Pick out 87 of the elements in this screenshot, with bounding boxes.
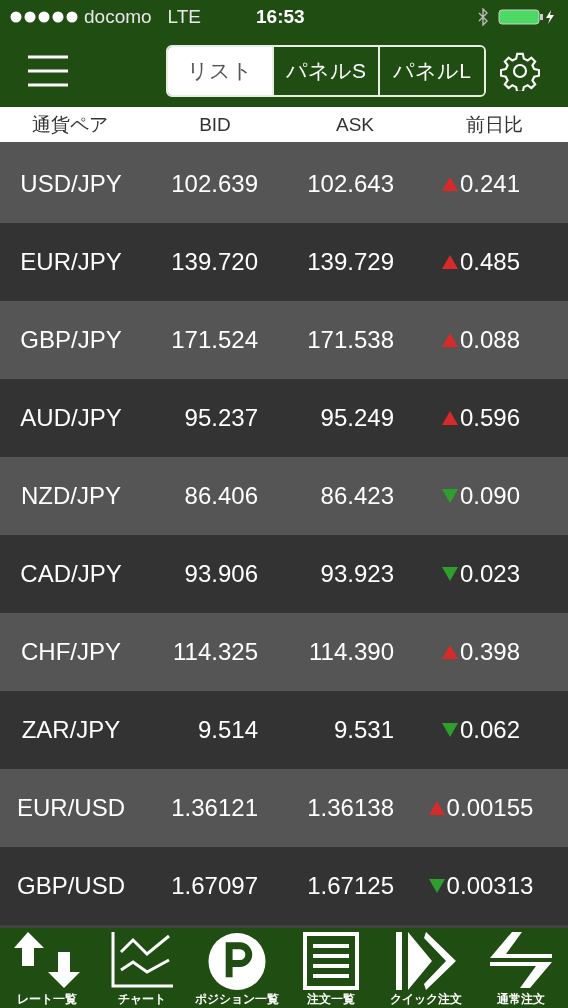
- rate-row[interactable]: NZD/JPY 86.406 86.423 0.090: [0, 457, 568, 535]
- down-triangle-icon: [428, 879, 445, 893]
- ask-price: 139.729: [306, 248, 394, 276]
- view-tab[interactable]: パネルL: [378, 46, 484, 95]
- change-value: 0.00313: [446, 872, 534, 900]
- down-triangle-icon: [441, 567, 458, 581]
- column-header: 通貨ペア: [31, 112, 109, 137]
- currency-pair: GBP/JPY: [19, 326, 123, 354]
- tab-label: チャート: [118, 991, 166, 1008]
- column-header: BID: [198, 113, 232, 136]
- tab-label: レート一覧: [17, 991, 78, 1008]
- currency-pair: CHF/JPY: [20, 638, 122, 666]
- up-triangle-icon: [441, 255, 458, 269]
- down-triangle-icon: [441, 723, 458, 737]
- tab-label: ポジション一覧: [194, 991, 279, 1008]
- currency-pair: CAD/JPY: [19, 560, 123, 588]
- change-value: 0.090: [459, 482, 521, 510]
- column-header: ASK: [335, 113, 375, 136]
- tab-bar-item[interactable]: チャート: [94, 928, 190, 1008]
- ask-price: 102.643: [306, 170, 394, 198]
- up-triangle-icon: [428, 801, 445, 815]
- settings-icon[interactable]: [500, 50, 540, 91]
- ask-price: 93.923: [319, 560, 394, 588]
- tab-bar-item[interactable]: ポジション一覧: [189, 928, 284, 1008]
- change-value: 0.596: [459, 404, 521, 432]
- ask-price: 95.249: [319, 404, 394, 432]
- change-value: 0.062: [459, 716, 521, 744]
- tab-bar-item[interactable]: 通常注文: [473, 928, 568, 1008]
- up-triangle-icon: [441, 645, 458, 659]
- network-type: LTE: [167, 5, 202, 28]
- fast-forward-icon: [396, 932, 456, 990]
- rate-row[interactable]: GBP/JPY 171.524 171.538 0.088: [0, 301, 568, 379]
- tab-label: クイック注文: [390, 991, 462, 1008]
- clock-time: 16:53: [256, 5, 305, 28]
- change-value: 0.398: [459, 638, 521, 666]
- bid-price: 86.406: [183, 482, 258, 510]
- bid-price: 171.524: [170, 326, 258, 354]
- currency-pair: AUD/JPY: [19, 404, 123, 432]
- tab-bar-item[interactable]: レート一覧: [0, 928, 95, 1008]
- ask-price: 1.67125: [306, 872, 394, 900]
- change-value: 0.485: [459, 248, 521, 276]
- bid-price: 1.36121: [170, 794, 258, 822]
- tab-label: 注文一覧: [307, 991, 356, 1008]
- menu-icon[interactable]: [28, 54, 68, 87]
- up-down-arrows-icon: [14, 932, 81, 988]
- up-triangle-icon: [441, 411, 458, 425]
- tab-bar-item[interactable]: クイック注文: [378, 928, 474, 1008]
- bid-price: 102.639: [170, 170, 258, 198]
- column-header: 前日比: [464, 112, 524, 137]
- change-value: 0.088: [459, 326, 521, 354]
- tab-label: 通常注文: [496, 991, 545, 1008]
- bid-price: 9.514: [196, 716, 258, 744]
- currency-pair: NZD/JPY: [20, 482, 122, 510]
- rate-row[interactable]: USD/JPY 102.639 102.643 0.241: [0, 145, 568, 223]
- bluetooth-icon: [478, 7, 488, 26]
- bid-price: 114.325: [172, 638, 258, 666]
- tab-bar-item[interactable]: 注文一覧: [284, 928, 379, 1008]
- bid-price: 95.237: [183, 404, 258, 432]
- bid-price: 1.67097: [170, 872, 258, 900]
- down-triangle-icon: [441, 489, 458, 503]
- up-triangle-icon: [441, 333, 458, 347]
- currency-pair: ZAR/JPY: [20, 716, 122, 744]
- currency-pair: USD/JPY: [19, 170, 123, 198]
- carrier-name: docomo: [84, 5, 152, 28]
- up-triangle-icon: [441, 177, 458, 191]
- currency-pair: GBP/USD: [16, 872, 126, 900]
- bid-price: 93.906: [183, 560, 258, 588]
- signal-icon: [10, 10, 78, 23]
- view-tab[interactable]: リスト: [168, 46, 272, 95]
- battery-icon: [498, 7, 556, 26]
- rate-row[interactable]: CHF/JPY 114.325 114.390 0.398: [0, 613, 568, 691]
- currency-pair: EUR/JPY: [19, 248, 123, 276]
- ask-price: 9.531: [332, 716, 394, 744]
- change-value: 0.00155: [446, 794, 534, 822]
- change-value: 0.241: [459, 170, 521, 198]
- ask-price: 114.390: [308, 638, 394, 666]
- line-chart-icon: [109, 932, 175, 988]
- ask-price: 86.423: [319, 482, 394, 510]
- exchange-arrows-icon: [487, 932, 554, 988]
- currency-pair: EUR/USD: [16, 794, 126, 822]
- change-value: 0.023: [459, 560, 521, 588]
- ask-price: 171.538: [306, 326, 394, 354]
- bid-price: 139.720: [170, 248, 258, 276]
- ask-price: 1.36138: [306, 794, 394, 822]
- p-circle-icon: [206, 932, 267, 991]
- list-icon: [303, 932, 360, 990]
- rate-row[interactable]: EUR/USD 1.36121 1.36138 0.00155: [0, 769, 568, 847]
